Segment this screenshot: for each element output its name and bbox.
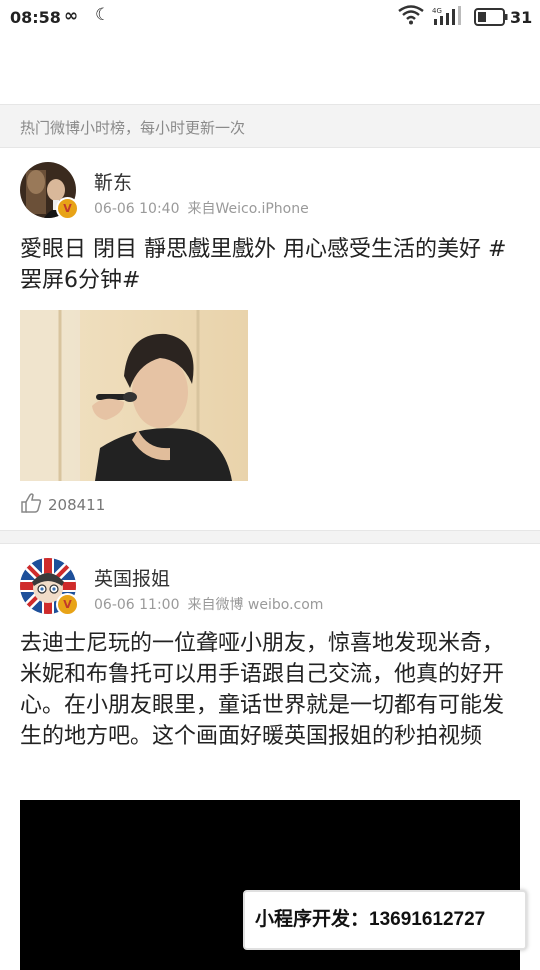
like-button[interactable]: 208411 [20,492,105,518]
post-source: 来自Weico.iPhone [187,201,309,217]
post-text: 愛眼日 閉目 靜思戲里戲外 用心感受生活的美好 #罢屏6分钟# [20,237,507,293]
post-meta: 06-06 10:40 来自Weico.iPhone [94,198,309,218]
status-time: 08:58 [10,8,61,27]
wifi-icon [398,5,424,29]
promo-overlay: 小程序开发：13691612727 [243,890,527,950]
like-count: 208411 [48,496,106,514]
verified-badge: V [56,197,79,220]
moon-icon: ☾ [95,5,111,25]
top-blank-area [0,36,540,104]
verified-badge: V [56,593,79,616]
post-divider [0,530,540,544]
post-text: 去迪士尼玩的一位聋哑小朋友，惊喜地发现米奇，米妮和布鲁托可以用手语跟自己交流，他… [20,631,505,749]
username[interactable]: 英国报姐 [94,564,170,591]
banner-text: 热门微博小时榜，每小时更新一次 [20,119,246,137]
signal-icon: 4G [432,6,462,30]
post-source: 来自微博 weibo.com [187,597,324,613]
network-type: 4G [432,7,442,15]
battery-icon [474,8,508,30]
loop-icon: ∞ [64,6,79,26]
avatar[interactable]: V [20,558,79,616]
status-bar: 08:58 ∞ ☾ 4G 31 [0,0,540,36]
post-time: 06-06 11:00 [94,597,180,613]
username[interactable]: 靳东 [94,168,132,195]
hourly-rank-banner: 热门微博小时榜，每小时更新一次 [0,104,540,148]
thumbs-up-icon [20,492,42,518]
avatar[interactable]: V [20,162,79,220]
battery-level: 31 [510,8,533,27]
post-image[interactable] [20,310,248,481]
post-time: 06-06 10:40 [94,201,180,217]
weibo-post-1[interactable]: V 靳东 06-06 10:40 来自Weico.iPhone 愛眼日 閉目 靜思… [0,148,540,530]
post-meta: 06-06 11:00 来自微博 weibo.com [94,594,323,614]
